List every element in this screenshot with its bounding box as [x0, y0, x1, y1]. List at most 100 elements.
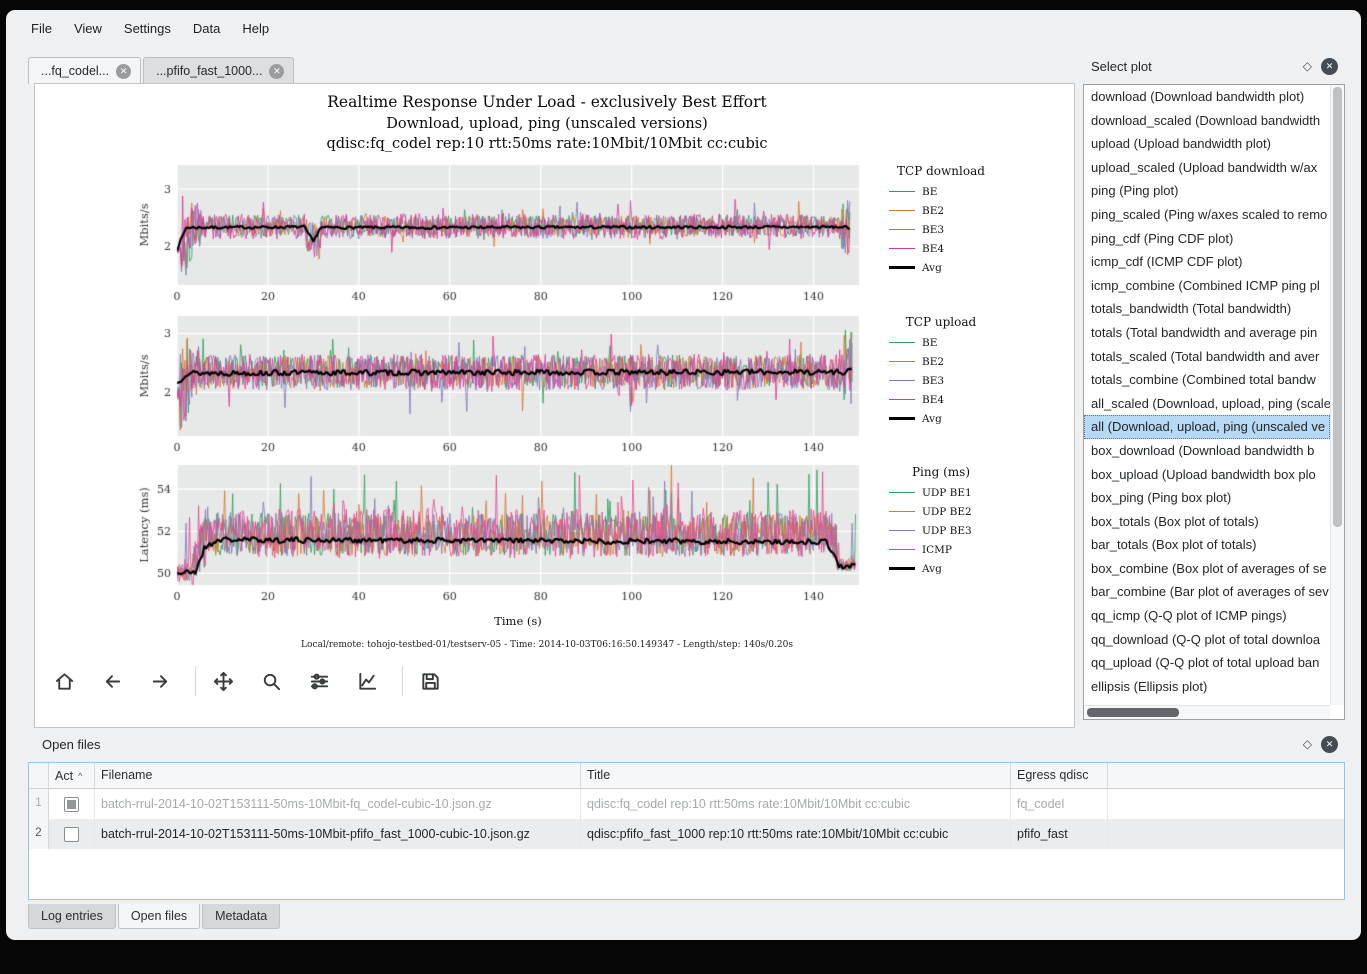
float-panel-icon[interactable]: ◇ [1303, 59, 1312, 73]
column-header-egress-qdisc[interactable]: Egress qdisc [1011, 763, 1108, 789]
column-header-act[interactable]: Act ^ [49, 763, 95, 789]
plot-list-item[interactable]: upload (Upload bandwidth plot) [1084, 132, 1330, 156]
panel-title: Open files [42, 737, 101, 752]
table-row[interactable]: 1 batch-rrul-2014-10-02T153111-50ms-10Mb… [29, 789, 1344, 819]
legend-label: BE [922, 337, 937, 349]
forward-arrow-icon [149, 670, 172, 693]
back-arrow-icon [101, 670, 124, 693]
bottom-dock-tab[interactable]: Metadata [202, 904, 280, 929]
plot-tab[interactable]: ...pfifo_fast_1000... ✕ [143, 57, 294, 84]
zoom-button[interactable] [254, 664, 288, 698]
home-icon [53, 670, 76, 693]
plot-list-item[interactable]: box_download (Download bandwidth b [1084, 439, 1330, 463]
plot-list-item[interactable]: totals_combine (Combined total bandw [1084, 368, 1330, 392]
file-checkbox[interactable] [64, 827, 79, 842]
tab-close-icon[interactable]: ✕ [269, 64, 284, 79]
plot-list-item[interactable]: bar_combine (Bar plot of averages of sev [1084, 580, 1330, 604]
bottom-dock-tab[interactable]: Log entries [28, 904, 116, 929]
close-panel-icon[interactable]: ✕ [1321, 736, 1338, 753]
plot-list-item[interactable]: box_upload (Upload bandwidth box plo [1084, 463, 1330, 487]
legend-title: Ping (ms) [879, 465, 1003, 479]
legend-line-swatch [889, 361, 915, 362]
file-filename: batch-rrul-2014-10-02T153111-50ms-10Mbit… [95, 819, 581, 849]
file-checkbox[interactable] [64, 797, 79, 812]
legend-entry: BE2 [879, 352, 1003, 371]
plot-list-item[interactable]: qq_icmp (Q-Q plot of ICMP pings) [1084, 604, 1330, 628]
float-panel-icon[interactable]: ◇ [1303, 737, 1312, 751]
plot-list-item[interactable]: upload_scaled (Upload bandwidth w/ax [1084, 156, 1330, 180]
forward-button[interactable] [143, 664, 177, 698]
plot-list-item[interactable]: totals_bandwidth (Total bandwidth) [1084, 297, 1330, 321]
plot-list-item[interactable]: qq_download (Q-Q plot of total downloa [1084, 628, 1330, 652]
plot-list-item[interactable]: qq_upload (Q-Q plot of total upload ban [1084, 651, 1330, 675]
plot-list-item[interactable]: all_scaled (Download, upload, ping (scal… [1084, 392, 1330, 416]
menu-file[interactable]: File [20, 16, 63, 41]
file-egress-qdisc: pfifo_fast [1011, 819, 1108, 849]
plot-list-item[interactable]: box_combine (Box plot of averages of se [1084, 557, 1330, 581]
vertical-scrollbar[interactable] [1330, 85, 1344, 705]
edit-parameters-button[interactable] [350, 664, 384, 698]
horizontal-scrollbar-handle[interactable] [1087, 708, 1179, 717]
open-files-table: Act ^ Filename Title Egress qdisc 1 batc… [28, 762, 1345, 900]
legend-line-swatch [889, 511, 915, 512]
legend-line-swatch [889, 492, 915, 493]
plot-list-item[interactable]: box_totals (Box plot of totals) [1084, 510, 1330, 534]
plot-tab[interactable]: ...fq_codel... ✕ [28, 57, 141, 84]
table-body: 1 batch-rrul-2014-10-02T153111-50ms-10Mb… [29, 789, 1344, 849]
horizontal-scrollbar[interactable] [1084, 705, 1330, 719]
legend-line-swatch [889, 266, 915, 269]
act-cell [49, 789, 95, 819]
column-label: Act [55, 769, 73, 783]
menu-view[interactable]: View [63, 16, 113, 41]
bottom-dock-tab[interactable]: Open files [118, 904, 200, 929]
ping-chart[interactable] [137, 461, 861, 611]
act-cell [49, 819, 95, 849]
plot-list-item[interactable]: totals (Total bandwidth and average pin [1084, 321, 1330, 345]
figure-caption: Local/remote: tohojo-testbed-01/testserv… [35, 640, 1059, 650]
menu-settings[interactable]: Settings [113, 16, 182, 41]
menu-help[interactable]: Help [231, 16, 280, 41]
legend-label: UDP BE1 [922, 487, 972, 499]
legend-label: Avg [922, 413, 942, 425]
tcp-upload-chart[interactable] [137, 312, 861, 462]
plot-list-item[interactable]: all (Download, upload, ping (unscaled ve [1084, 415, 1330, 439]
legend-label: BE3 [922, 375, 944, 387]
matplotlib-toolbar [35, 656, 1074, 706]
tcp-download-chart[interactable] [137, 161, 861, 311]
select-plot-panel: Select plot ◇ ✕ download (Download bandw… [1083, 54, 1345, 730]
table-row[interactable]: 2 batch-rrul-2014-10-02T153111-50ms-10Mb… [29, 819, 1344, 849]
plot-list-item[interactable]: download_scaled (Download bandwidth [1084, 109, 1330, 133]
tab-close-icon[interactable]: ✕ [116, 64, 131, 79]
plot-list-item[interactable]: ping (Ping plot) [1084, 179, 1330, 203]
menu-data[interactable]: Data [182, 16, 231, 41]
configure-subplots-button[interactable] [302, 664, 336, 698]
legend-entry: BE [879, 333, 1003, 352]
legend-tcp-download: TCP download BE BE2 BE3 BE4 Avg [879, 164, 1003, 277]
back-button[interactable] [95, 664, 129, 698]
plot-list-item[interactable]: ellipsis (Ellipsis plot) [1084, 675, 1330, 699]
legend-label: ICMP [922, 544, 952, 556]
plot-list-item[interactable]: totals_scaled (Total bandwidth and aver [1084, 345, 1330, 369]
plot-list-item[interactable]: ping_scaled (Ping w/axes scaled to remo [1084, 203, 1330, 227]
close-panel-icon[interactable]: ✕ [1321, 58, 1338, 75]
plot-list-item[interactable]: icmp_combine (Combined ICMP ping pl [1084, 274, 1330, 298]
pan-button[interactable] [206, 664, 240, 698]
save-button[interactable] [413, 664, 447, 698]
plot-list-frame: download (Download bandwidth plot)downlo… [1083, 84, 1345, 720]
column-header-title[interactable]: Title [581, 763, 1011, 789]
toolbar-separator [402, 666, 403, 696]
checkbox-mark [67, 800, 76, 809]
plot-list-item[interactable]: bar_totals (Box plot of totals) [1084, 533, 1330, 557]
column-header-filename[interactable]: Filename [95, 763, 581, 789]
legend-entry: Avg [879, 409, 1003, 428]
legend-label: Avg [922, 262, 942, 274]
empty-cell [1108, 789, 1344, 819]
plot-list-item[interactable]: download (Download bandwidth plot) [1084, 85, 1330, 109]
plot-tab-bar: ...fq_codel... ✕ ...pfifo_fast_1000... ✕ [28, 56, 294, 84]
plot-list-item[interactable]: icmp_cdf (ICMP CDF plot) [1084, 250, 1330, 274]
vertical-scrollbar-handle[interactable] [1333, 87, 1342, 527]
legend-entry: BE4 [879, 390, 1003, 409]
plot-list-item[interactable]: box_ping (Ping box plot) [1084, 486, 1330, 510]
plot-list-item[interactable]: ping_cdf (Ping CDF plot) [1084, 227, 1330, 251]
home-button[interactable] [47, 664, 81, 698]
